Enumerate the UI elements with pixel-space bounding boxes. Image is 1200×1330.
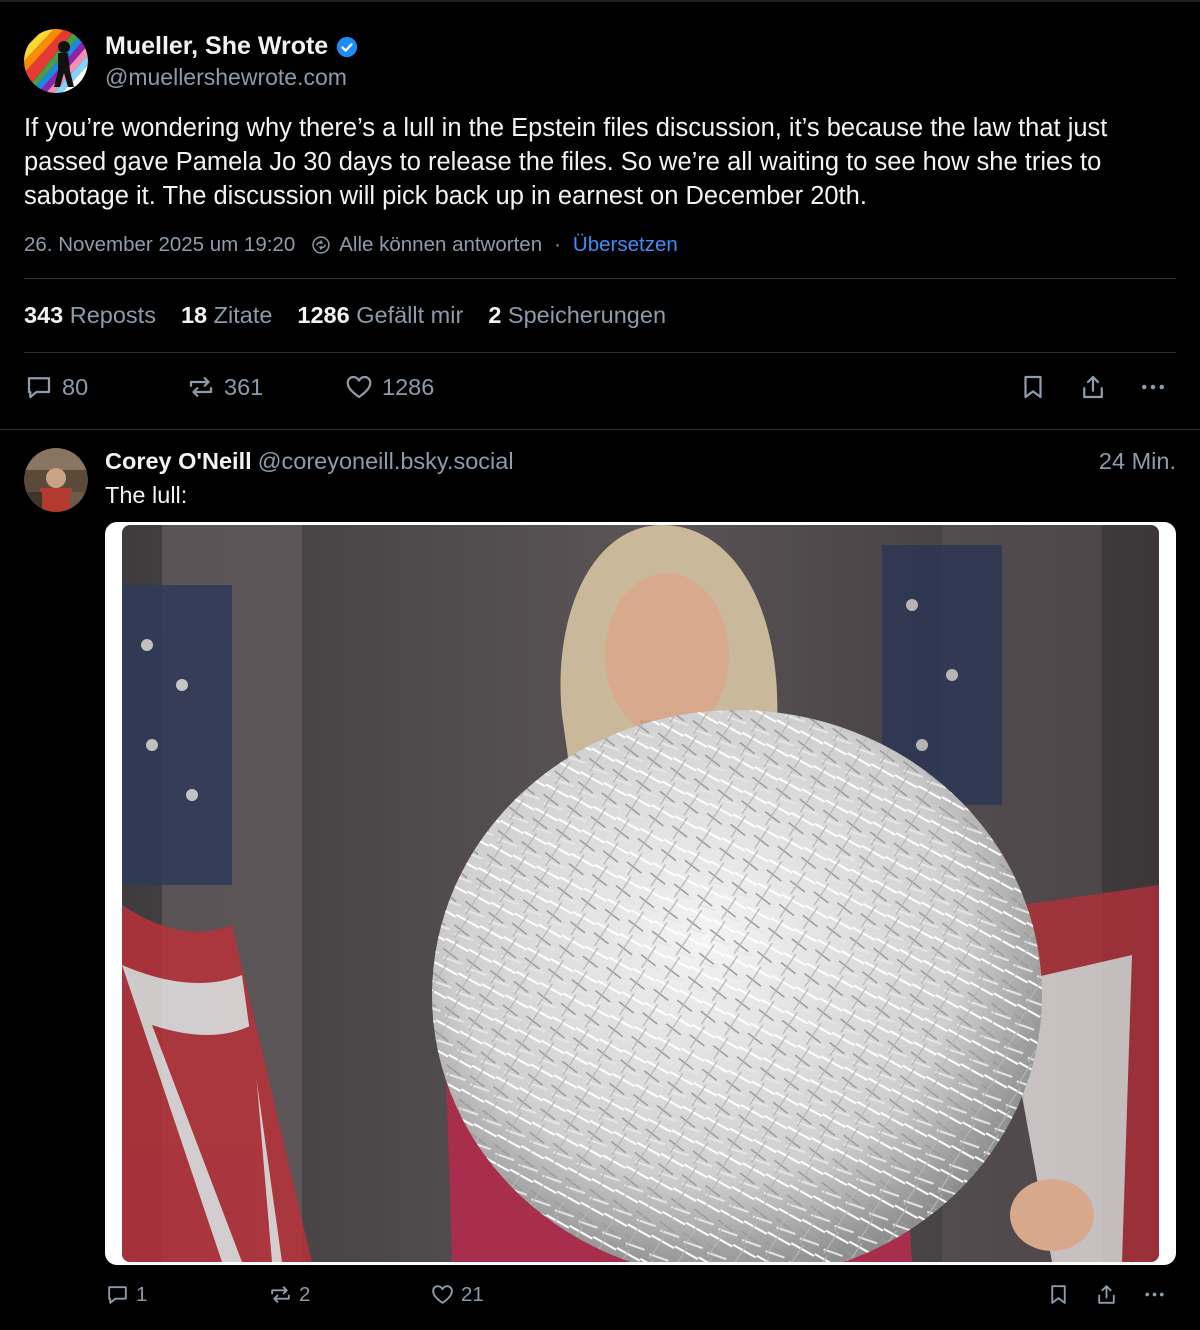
- reply-button[interactable]: 80: [24, 372, 88, 402]
- reply-author-avatar[interactable]: [24, 448, 88, 512]
- reply-author-handle[interactable]: @coreyoneill.bsky.social: [258, 448, 514, 474]
- reply-button[interactable]: 1: [105, 1282, 147, 1307]
- comment-icon: [27, 377, 51, 399]
- author-name-text[interactable]: Mueller, She Wrote: [105, 32, 328, 61]
- stat-count: 343: [24, 302, 64, 328]
- post-meta: 26. November 2025 um 19:20 Alle können a…: [24, 233, 678, 257]
- repost-icon: [189, 377, 213, 397]
- comment-icon: [108, 1286, 127, 1304]
- bookmark-icon: [1024, 375, 1042, 399]
- heart-icon: [432, 1285, 453, 1304]
- bookmark-icon: [1051, 1285, 1066, 1304]
- reply-setting-label[interactable]: Alle können antworten: [339, 233, 542, 257]
- post-timestamp[interactable]: 26. November 2025 um 19:20: [24, 233, 295, 257]
- divider: [24, 352, 1176, 353]
- like-count: 1286: [382, 373, 435, 400]
- author-handle[interactable]: @muellershewrote.com: [105, 64, 347, 91]
- divider: [24, 278, 1176, 279]
- thread-divider: [0, 429, 1200, 430]
- main-post: Mueller, She Wrote @muellershewrote.com …: [0, 2, 1200, 430]
- post-action-bar: 80 361 1286: [24, 372, 1176, 408]
- share-button[interactable]: [1078, 372, 1108, 402]
- thread-view: Mueller, She Wrote @muellershewrote.com …: [0, 0, 1200, 1330]
- stat-quotes[interactable]: 18 Zitate: [181, 302, 272, 329]
- repost-icon: [271, 1286, 290, 1303]
- reply-settings-icon: [312, 236, 330, 254]
- stat-label: Gefällt mir: [356, 302, 464, 328]
- stat-count: 1286: [297, 302, 350, 328]
- reply-author-name[interactable]: Corey O'Neill: [105, 448, 252, 474]
- more-options-button[interactable]: [1138, 372, 1168, 402]
- stat-saves[interactable]: 2 Speicherungen: [488, 302, 666, 329]
- repost-button[interactable]: 2: [268, 1282, 310, 1307]
- reply-author[interactable]: Corey O'Neill @coreyoneill.bsky.social: [105, 448, 514, 475]
- repost-count: 2: [299, 1282, 311, 1306]
- stat-label: Speicherungen: [507, 302, 667, 328]
- stat-likes[interactable]: 1286 Gefällt mir: [297, 302, 463, 329]
- stat-label: Reposts: [69, 302, 156, 328]
- share-button[interactable]: [1094, 1282, 1119, 1307]
- reply-image-attachment[interactable]: [105, 522, 1176, 1265]
- meta-separator: ·: [554, 233, 561, 256]
- more-options-button[interactable]: [1142, 1282, 1167, 1307]
- repost-count: 361: [224, 373, 264, 400]
- stat-reposts[interactable]: 343 Reposts: [24, 302, 156, 329]
- heart-icon: [346, 375, 372, 399]
- more-icon: [1142, 384, 1164, 390]
- reply-text: The lull:: [105, 482, 188, 508]
- more-icon: [1145, 1292, 1164, 1297]
- repost-button[interactable]: 361: [186, 372, 263, 402]
- reply-count: 1: [136, 1282, 148, 1306]
- share-icon: [1098, 1285, 1115, 1304]
- verified-badge-icon: [337, 36, 358, 57]
- engagement-stats: 343 Reposts 18 Zitate 1286 Gefällt mir 2…: [24, 302, 691, 329]
- stat-count: 2: [488, 302, 502, 328]
- stat-count: 18: [180, 302, 208, 328]
- author-avatar[interactable]: [24, 29, 88, 93]
- stat-label: Zitate: [213, 302, 273, 328]
- post-text: If you’re wondering why there’s a lull i…: [24, 114, 1108, 210]
- bookmark-button[interactable]: [1046, 1282, 1071, 1307]
- like-count: 21: [461, 1282, 484, 1306]
- reply-timestamp[interactable]: 24 Min.: [1099, 448, 1176, 475]
- like-button[interactable]: 1286: [344, 372, 434, 402]
- translate-link[interactable]: Übersetzen: [573, 233, 678, 257]
- bookmark-button[interactable]: [1018, 372, 1048, 402]
- reply-action-bar: 1 2 21: [105, 1282, 1176, 1312]
- share-icon: [1083, 375, 1103, 399]
- like-button[interactable]: 21: [430, 1282, 484, 1307]
- author-name[interactable]: Mueller, She Wrote: [105, 32, 358, 61]
- reply-count: 80: [62, 373, 89, 400]
- attached-photo[interactable]: [122, 525, 1159, 1262]
